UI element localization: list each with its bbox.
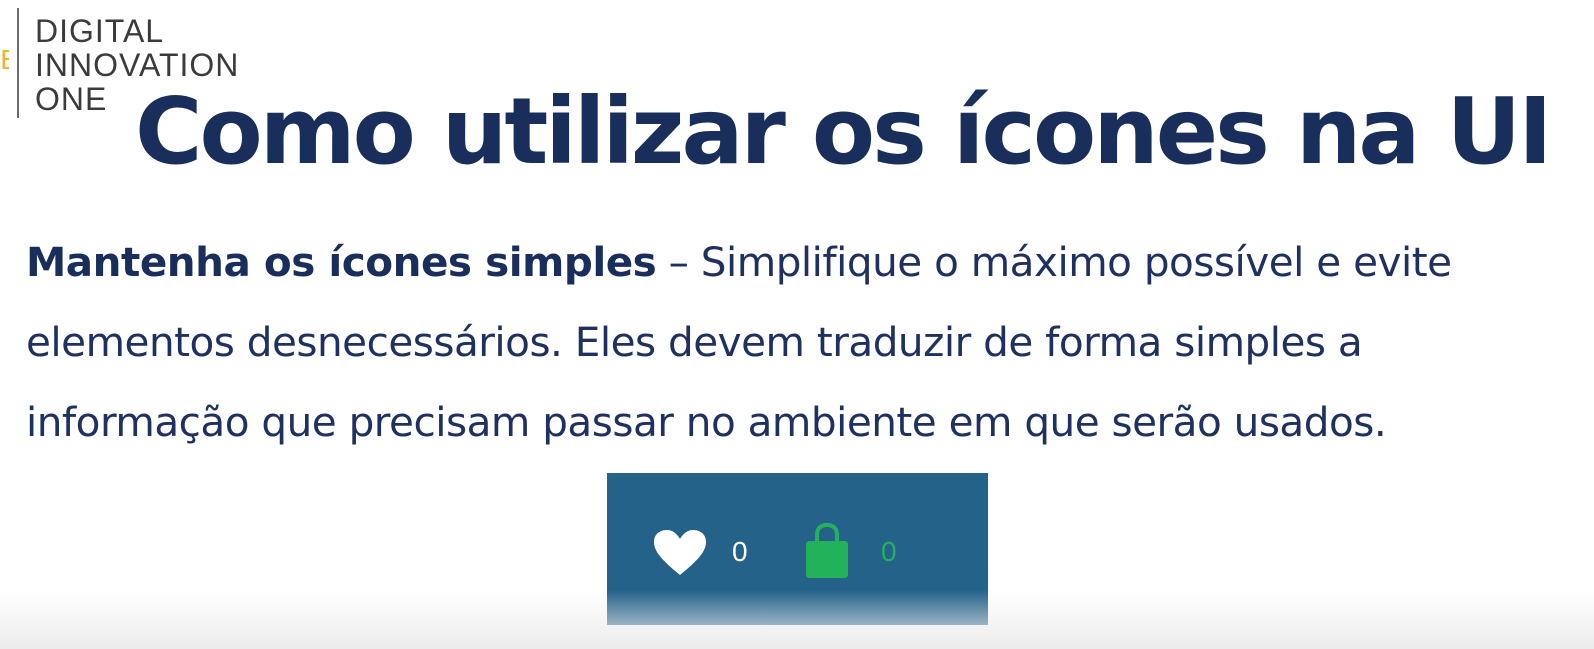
heart-icon[interactable]: [653, 529, 707, 577]
body-line-3: informação que precisam passar no ambien…: [26, 398, 1387, 446]
body-line-1: Mantenha os ícones simples – Simplifique…: [26, 222, 1586, 302]
logo-mark-icon: B: [0, 50, 9, 72]
cart-count: 0: [881, 536, 897, 567]
slide-title: Como utilizar os ícones na UI: [135, 78, 1552, 185]
like-count: 0: [732, 536, 748, 567]
slide-body: Mantenha os ícones simples – Simplifique…: [26, 222, 1586, 462]
shopping-bag-icon[interactable]: [805, 523, 849, 579]
body-line-1-rest: – Simplifique o máximo possível e evite: [656, 238, 1452, 286]
logo-line-1: DIGITAL: [35, 13, 165, 49]
icon-example-bar: 0 0: [607, 473, 988, 625]
body-line-2: elementos desnecessários. Eles devem tra…: [26, 318, 1363, 366]
body-lead-text: Mantenha os ícones simples: [26, 238, 657, 286]
logo-divider: [17, 8, 19, 118]
